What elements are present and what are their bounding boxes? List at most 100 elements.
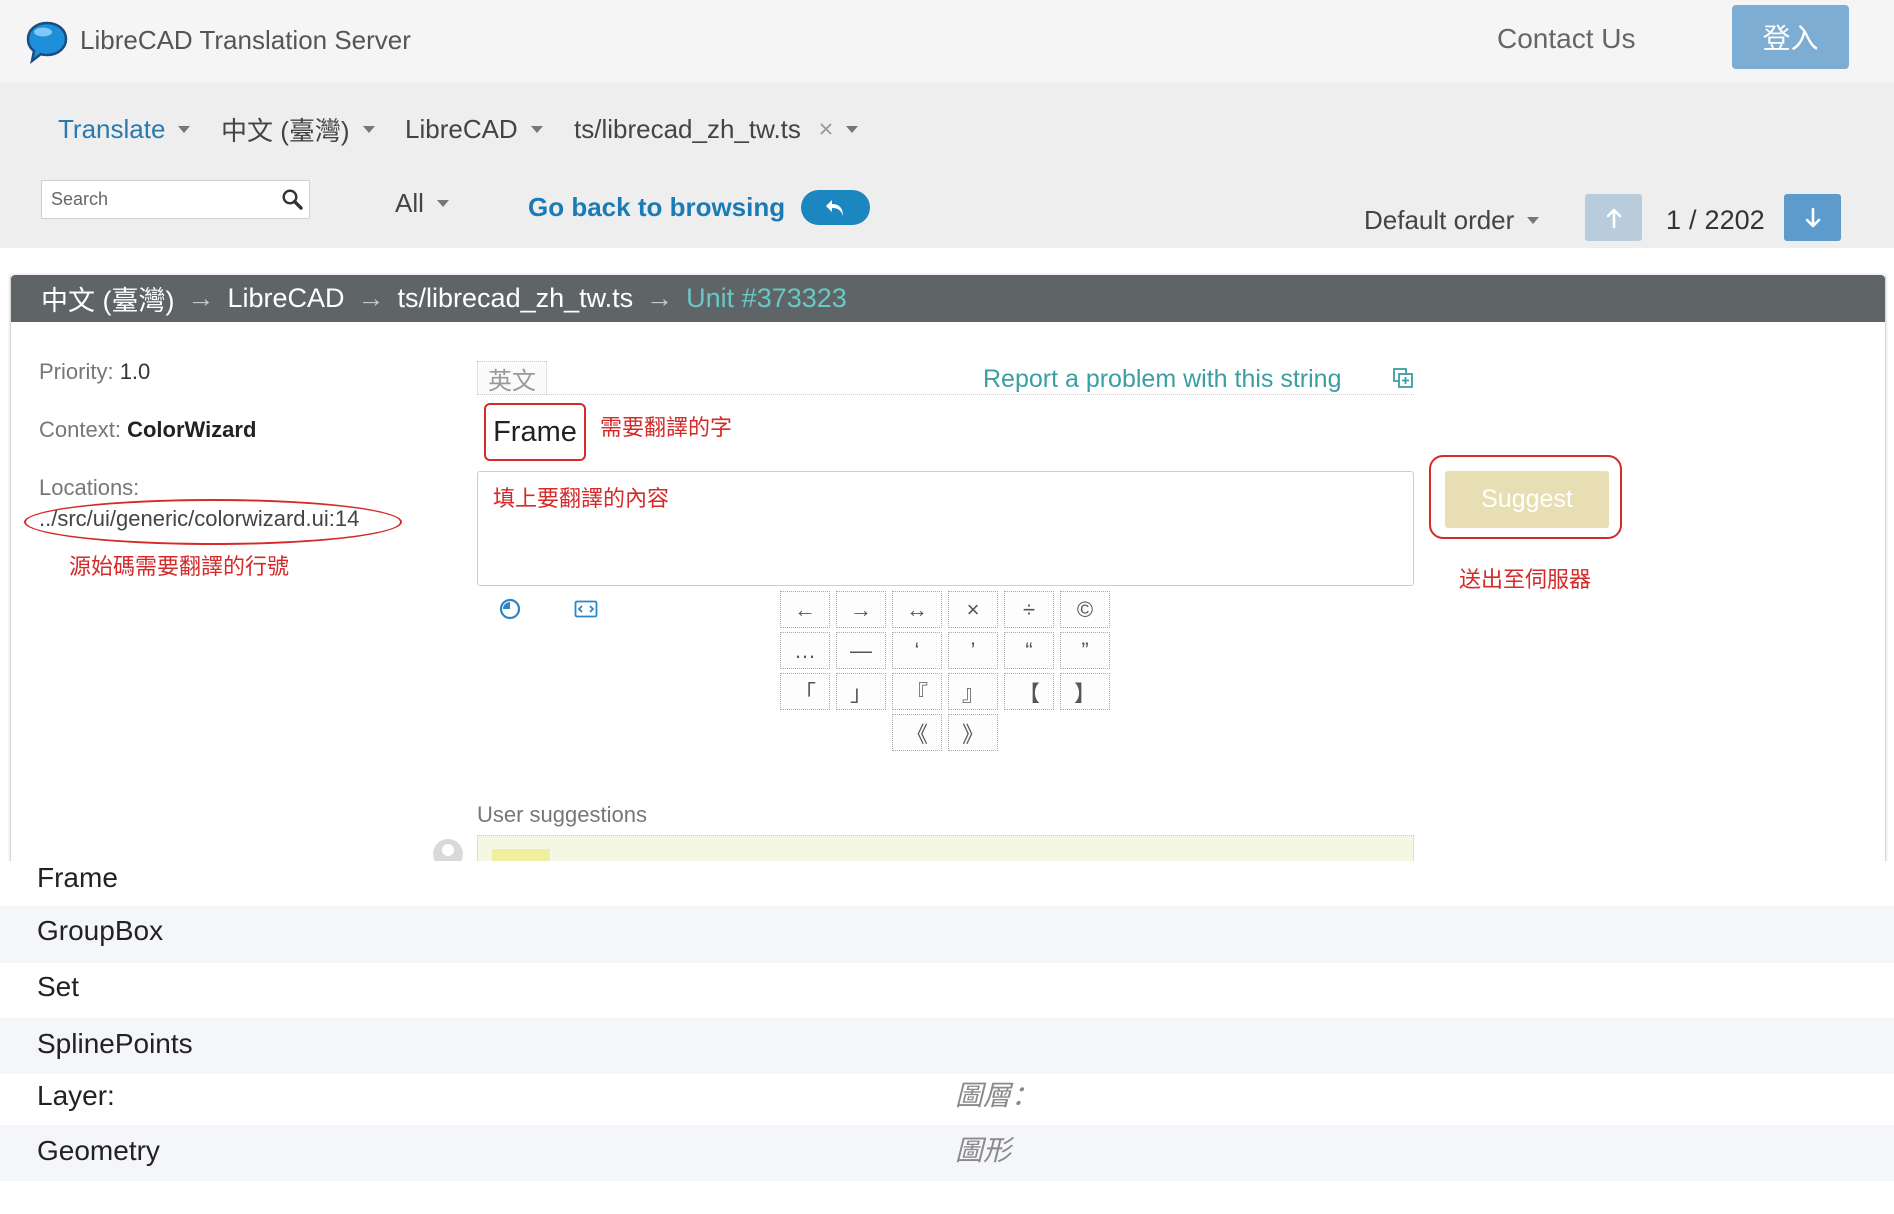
next-unit-button[interactable] bbox=[1784, 194, 1841, 241]
arrow-up-icon bbox=[1606, 208, 1621, 228]
special-char-button[interactable]: — bbox=[836, 632, 886, 669]
priority-label: Priority: bbox=[39, 359, 114, 384]
special-char-button[interactable]: © bbox=[1060, 591, 1110, 628]
list-item-source: SplinePoints bbox=[37, 1028, 193, 1059]
priority-row: Priority: 1.0 bbox=[39, 357, 150, 387]
path-separator: → bbox=[646, 283, 674, 313]
path-separator: → bbox=[187, 283, 215, 313]
user-suggestions-label: User suggestions bbox=[477, 802, 647, 827]
annotation-line-number: 源始碼需要翻譯的行號 bbox=[69, 555, 290, 580]
breadcrumb-translate-dropdown[interactable]: Translate bbox=[58, 112, 191, 146]
path-separator: → bbox=[357, 283, 385, 313]
history-icon[interactable] bbox=[498, 597, 522, 621]
list-item[interactable]: Set bbox=[0, 963, 1894, 1018]
pager-current: 1 bbox=[1666, 204, 1682, 235]
search-box bbox=[41, 180, 310, 219]
search-icon[interactable] bbox=[281, 188, 303, 210]
annotation-ellipse bbox=[24, 499, 402, 545]
annotation-submit: 送出至伺服器 bbox=[1459, 568, 1592, 593]
caret-down-icon bbox=[178, 125, 191, 133]
arrow-down-icon bbox=[1805, 207, 1820, 227]
caret-down-icon bbox=[436, 199, 449, 207]
sort-order-dropdown[interactable]: Default order bbox=[1364, 203, 1540, 237]
special-char-button[interactable]: 《 bbox=[892, 714, 942, 751]
list-item[interactable]: GroupBox bbox=[0, 906, 1894, 963]
search-input[interactable] bbox=[42, 181, 272, 218]
report-icon[interactable] bbox=[1392, 367, 1414, 389]
source-language-badge: 英文 bbox=[477, 361, 547, 395]
speech-bubble-icon[interactable] bbox=[24, 19, 70, 65]
filter-dropdown[interactable]: All bbox=[395, 186, 449, 220]
special-char-button[interactable]: ” bbox=[1060, 632, 1110, 669]
breadcrumb-file-dropdown[interactable]: ts/librecad_zh_tw.ts bbox=[574, 112, 858, 146]
special-char-button[interactable]: 【 bbox=[1004, 673, 1054, 710]
breadcrumb-project-label: LibreCAD bbox=[405, 113, 518, 144]
suggest-button[interactable]: Suggest bbox=[1445, 471, 1609, 528]
pager-separator: / bbox=[1689, 204, 1697, 235]
pager-indicator: 1 / 2202 bbox=[1666, 203, 1765, 237]
annotation-source-word: 需要翻譯的字 bbox=[600, 416, 733, 441]
list-item-target: 圖形 bbox=[955, 1135, 1012, 1166]
special-characters-panel: ← → ↔ × ÷ © … — ‘ ’ “ ” 「 」 『 』 【 】 《 》 bbox=[780, 591, 1110, 751]
special-char-button[interactable]: ‘ bbox=[892, 632, 942, 669]
special-char-button[interactable]: ’ bbox=[948, 632, 998, 669]
pager-total: 2202 bbox=[1704, 204, 1765, 235]
context-row: Context: ColorWizard bbox=[39, 415, 256, 445]
special-char-button[interactable]: 『 bbox=[892, 673, 942, 710]
unit-path-language[interactable]: 中文 (臺灣) bbox=[41, 279, 174, 318]
source-string: Frame bbox=[484, 403, 586, 461]
sort-order-label: Default order bbox=[1364, 204, 1515, 235]
list-item[interactable]: Frame bbox=[0, 861, 1894, 906]
caret-down-icon bbox=[362, 125, 375, 133]
translation-textarea[interactable] bbox=[477, 471, 1414, 586]
special-char-button[interactable]: ÷ bbox=[1004, 591, 1054, 628]
clear-icon[interactable] bbox=[819, 122, 833, 136]
priority-value: 1.0 bbox=[119, 359, 151, 384]
context-value: ColorWizard bbox=[127, 417, 257, 442]
unit-path-header: 中文 (臺灣) → LibreCAD → ts/librecad_zh_tw.t… bbox=[11, 275, 1885, 322]
go-back-link[interactable]: Go back to browsing bbox=[528, 190, 785, 225]
special-char-button[interactable]: 」 bbox=[836, 673, 886, 710]
special-char-button[interactable]: × bbox=[948, 591, 998, 628]
special-char-button[interactable]: 「 bbox=[780, 673, 830, 710]
locations-label: Locations: bbox=[39, 475, 140, 500]
caret-down-icon bbox=[530, 125, 543, 133]
fullscreen-icon[interactable] bbox=[574, 600, 598, 618]
breadcrumb-language-label: 中文 (臺灣) bbox=[221, 115, 350, 146]
return-arrow-icon bbox=[825, 199, 843, 216]
special-char-button[interactable]: … bbox=[780, 632, 830, 669]
unit-path-unit[interactable]: Unit #373323 bbox=[686, 283, 847, 314]
special-char-button[interactable]: “ bbox=[1004, 632, 1054, 669]
special-char-button[interactable]: 】 bbox=[1060, 673, 1110, 710]
list-item[interactable]: SplinePoints bbox=[0, 1018, 1894, 1074]
filter-label: All bbox=[395, 187, 424, 218]
list-item-source: Frame bbox=[37, 862, 118, 893]
list-item-source: Geometry bbox=[37, 1135, 160, 1166]
list-item-source: Set bbox=[37, 971, 80, 1002]
breadcrumb-language-dropdown[interactable]: 中文 (臺灣) bbox=[221, 112, 375, 146]
special-char-button[interactable]: 》 bbox=[948, 714, 998, 751]
list-item[interactable]: Layer: 圖層： bbox=[0, 1074, 1894, 1125]
caret-down-icon bbox=[845, 125, 858, 133]
list-item-source: GroupBox bbox=[37, 915, 164, 946]
divider bbox=[547, 394, 1414, 395]
contact-us-link[interactable]: Contact Us bbox=[1497, 20, 1636, 58]
special-char-button[interactable]: → bbox=[836, 591, 886, 628]
login-button[interactable]: 登入 bbox=[1732, 5, 1849, 69]
special-char-button[interactable]: ← bbox=[780, 591, 830, 628]
unit-path-file[interactable]: ts/librecad_zh_tw.ts bbox=[398, 283, 634, 314]
breadcrumb-file-label: ts/librecad_zh_tw.ts bbox=[574, 113, 801, 144]
list-item-target: 圖層： bbox=[955, 1080, 1040, 1111]
previous-unit-button[interactable] bbox=[1585, 194, 1642, 241]
app-title[interactable]: LibreCAD Translation Server bbox=[80, 22, 411, 58]
go-back-button[interactable] bbox=[801, 190, 870, 225]
breadcrumb-translate-label: Translate bbox=[58, 113, 166, 144]
special-char-button[interactable]: ↔ bbox=[892, 591, 942, 628]
breadcrumb-project-dropdown[interactable]: LibreCAD bbox=[405, 112, 543, 146]
unit-path-project[interactable]: LibreCAD bbox=[227, 283, 344, 314]
list-item-source: Layer: bbox=[37, 1080, 115, 1111]
special-char-button[interactable]: 』 bbox=[948, 673, 998, 710]
report-problem-link[interactable]: Report a problem with this string bbox=[983, 364, 1341, 394]
list-item[interactable]: Geometry 圖形 bbox=[0, 1125, 1894, 1181]
context-label: Context: bbox=[39, 417, 121, 442]
